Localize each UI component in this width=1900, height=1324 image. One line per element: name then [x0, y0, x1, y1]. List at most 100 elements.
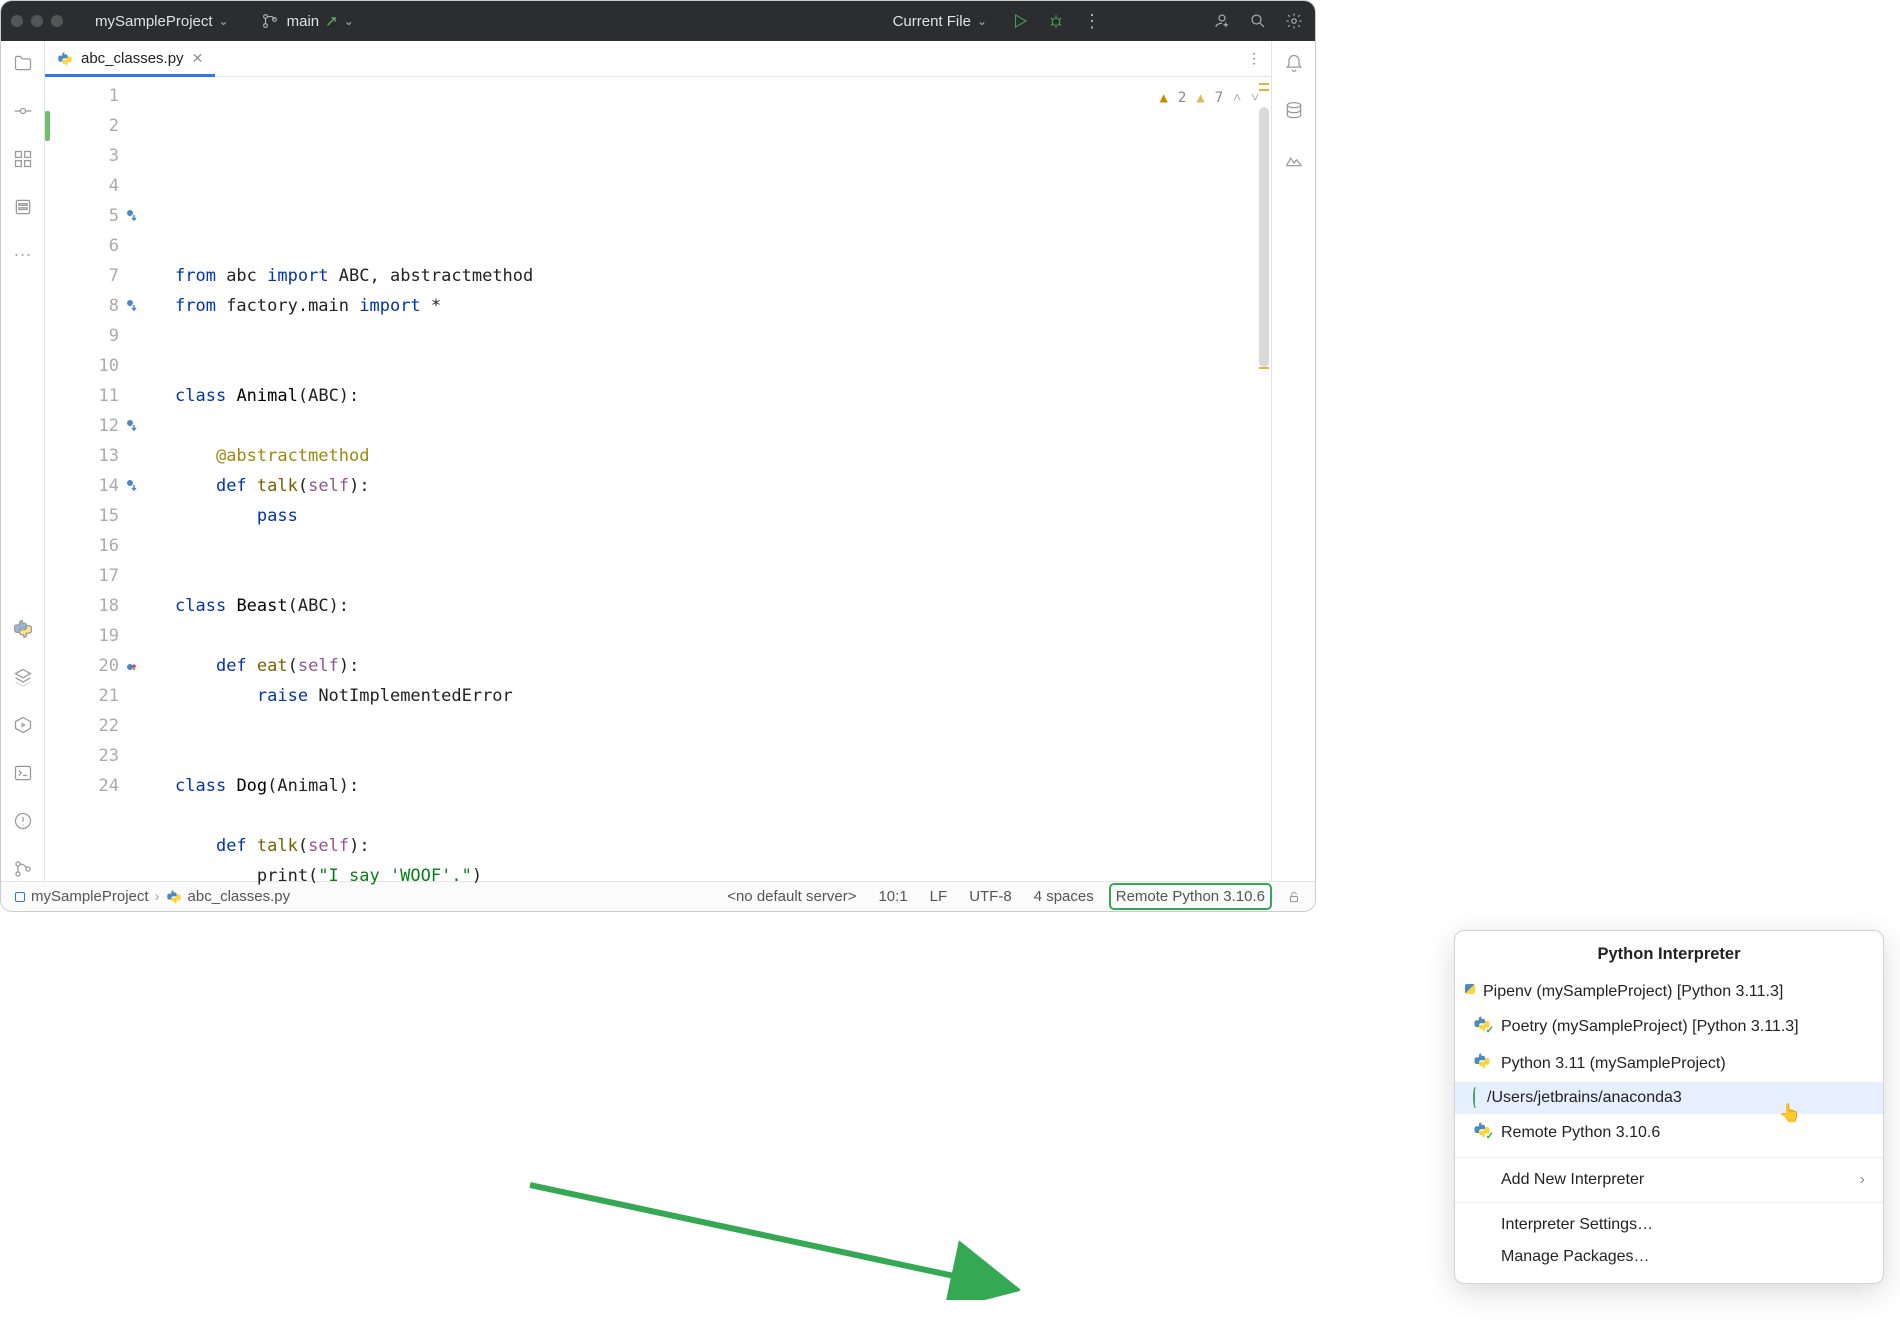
close-tab-button[interactable]: ✕ [192, 50, 204, 67]
line-number[interactable]: 11 [45, 381, 119, 411]
python-console-tool-button[interactable] [11, 617, 35, 641]
branch-icon [259, 10, 281, 32]
code-line[interactable] [175, 411, 1271, 441]
editor-tab[interactable]: abc_classes.py ✕ [45, 41, 215, 76]
settings-button[interactable] [1283, 10, 1305, 32]
editor-gutter[interactable]: 123456789101112131415161718192021222324 [45, 77, 135, 881]
structure-tool-button[interactable] [11, 147, 35, 171]
code-line[interactable]: class Beast(ABC): [175, 591, 1271, 621]
line-number[interactable]: 19 [45, 621, 119, 651]
line-number[interactable]: 14 [45, 471, 119, 501]
project-tool-button[interactable] [11, 51, 35, 75]
code-line[interactable]: @abstractmethod [175, 441, 1271, 471]
code-line[interactable]: class Dog(Animal): [175, 771, 1271, 801]
code-line[interactable]: pass [175, 501, 1271, 531]
notifications-tool-button[interactable] [1282, 51, 1306, 75]
more-actions-button[interactable]: ⋮ [1081, 10, 1103, 32]
editor-scrollbar[interactable] [1259, 107, 1269, 367]
run-config-label: Current File [893, 13, 971, 30]
code-editor[interactable]: 123456789101112131415161718192021222324 … [45, 77, 1271, 881]
push-arrow-icon: ↗ [325, 12, 338, 30]
close-window-button[interactable] [11, 15, 23, 27]
error-stripe-marker[interactable] [1259, 83, 1269, 97]
line-number[interactable]: 23 [45, 741, 119, 771]
code-line[interactable]: class Animal(ABC): [175, 381, 1271, 411]
more-tools-button[interactable]: ⋯ [11, 243, 35, 267]
project-selector[interactable]: mySampleProject ⌄ [87, 9, 237, 34]
line-number[interactable]: 13 [45, 441, 119, 471]
tab-actions-button[interactable]: ⋮ [1237, 41, 1271, 76]
line-number[interactable]: 9 [45, 321, 119, 351]
weak-warning-icon: ▲ [1196, 83, 1204, 113]
line-number[interactable]: 1 [45, 81, 119, 111]
editor-area: abc_classes.py ✕ ⋮ 123456789101112131415… [45, 41, 1271, 881]
terminal-tool-button[interactable] [11, 761, 35, 785]
line-number[interactable]: 24 [45, 771, 119, 801]
run-config-selector[interactable]: Current File ⌄ [885, 9, 995, 34]
code-line[interactable]: def talk(self): [175, 831, 1271, 861]
code-line[interactable]: raise NotImplementedError [175, 681, 1271, 711]
line-number[interactable]: 12 [45, 411, 119, 441]
inspections-widget[interactable]: ▲2 ▲7 ˄ ˅ [1159, 83, 1259, 113]
problems-tool-button[interactable] [11, 809, 35, 833]
minimize-window-button[interactable] [31, 15, 43, 27]
python-file-icon [57, 51, 73, 67]
coverage-tool-button[interactable] [1282, 147, 1306, 171]
line-number[interactable]: 4 [45, 171, 119, 201]
code-line[interactable] [175, 561, 1271, 591]
commit-tool-button[interactable] [11, 99, 35, 123]
titlebar: mySampleProject ⌄ main ↗ ⌄ Current File … [1, 1, 1315, 41]
code-line[interactable] [175, 531, 1271, 561]
code-line[interactable]: def talk(self): [175, 471, 1271, 501]
chevron-right-icon: › [155, 888, 160, 905]
bookmarks-tool-button[interactable] [11, 195, 35, 219]
code-line[interactable]: def eat(self): [175, 651, 1271, 681]
line-number[interactable]: 16 [45, 531, 119, 561]
code-line[interactable] [175, 801, 1271, 831]
chevron-down-icon: ⌄ [344, 14, 354, 28]
line-number[interactable]: 3 [45, 141, 119, 171]
line-number[interactable]: 10 [45, 351, 119, 381]
line-number[interactable]: 18 [45, 591, 119, 621]
line-number[interactable]: 17 [45, 561, 119, 591]
editor-content[interactable]: ▲2 ▲7 ˄ ˅ from abc import ABC, abstractm… [135, 77, 1271, 881]
line-number[interactable]: 5 [45, 201, 119, 231]
code-line[interactable] [175, 321, 1271, 351]
chevron-down-icon: ⌄ [219, 14, 229, 28]
version-control-tool-button[interactable] [11, 857, 35, 881]
maximize-window-button[interactable] [51, 15, 63, 27]
code-line[interactable] [175, 891, 1271, 912]
run-button[interactable] [1009, 10, 1031, 32]
code-line[interactable]: from factory.main import * [175, 291, 1271, 321]
readonly-toggle[interactable] [1283, 888, 1305, 906]
weak-warning-count: 7 [1215, 83, 1223, 113]
code-with-me-button[interactable] [1211, 10, 1233, 32]
window-controls[interactable] [11, 15, 63, 27]
warning-count: 2 [1178, 83, 1186, 113]
code-line[interactable] [175, 621, 1271, 651]
code-line[interactable]: from abc import ABC, abstractmethod [175, 261, 1271, 291]
code-line[interactable]: print("I say 'WOOF'.") [175, 861, 1271, 891]
line-number[interactable]: 21 [45, 681, 119, 711]
branch-name: main [287, 13, 320, 30]
code-line[interactable] [175, 711, 1271, 741]
error-stripe-marker[interactable] [1259, 367, 1269, 369]
debug-button[interactable] [1045, 10, 1067, 32]
python-packages-tool-button[interactable] [11, 665, 35, 689]
code-line[interactable] [175, 741, 1271, 771]
line-number[interactable]: 22 [45, 711, 119, 741]
line-number[interactable]: 8 [45, 291, 119, 321]
database-tool-button[interactable] [1282, 99, 1306, 123]
line-number[interactable]: 6 [45, 231, 119, 261]
line-number[interactable]: 7 [45, 261, 119, 291]
code-line[interactable] [175, 351, 1271, 381]
module-icon [15, 892, 25, 902]
search-everywhere-button[interactable] [1247, 10, 1269, 32]
line-number[interactable]: 15 [45, 501, 119, 531]
line-number[interactable]: 2 [45, 111, 119, 141]
next-highlight-button[interactable]: ˅ [1251, 83, 1259, 113]
services-tool-button[interactable] [11, 713, 35, 737]
prev-highlight-button[interactable]: ˄ [1233, 83, 1241, 113]
line-number[interactable]: 20 [45, 651, 119, 681]
vcs-branch-widget[interactable]: main ↗ ⌄ [251, 6, 362, 36]
